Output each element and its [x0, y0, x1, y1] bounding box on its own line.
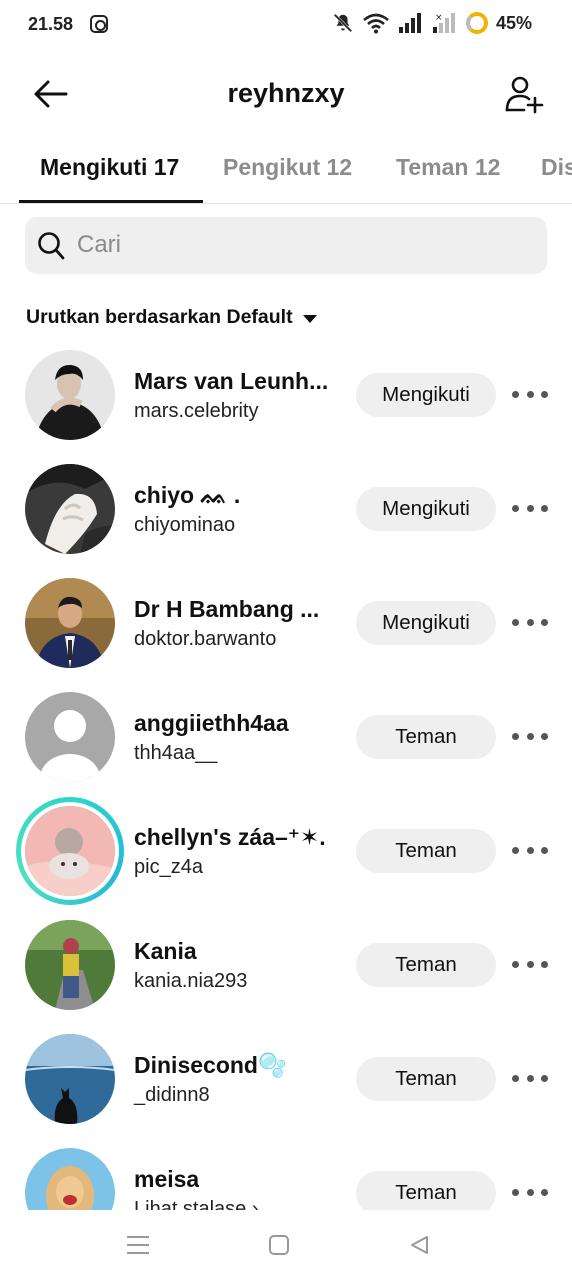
avatar[interactable] — [25, 1034, 115, 1124]
recent-apps-icon[interactable] — [127, 1236, 149, 1254]
signal-no-data-icon: × — [432, 13, 455, 33]
more-options-icon[interactable] — [512, 384, 548, 404]
friends-button[interactable]: Teman — [356, 715, 496, 759]
tab-indicator — [19, 200, 203, 203]
user-handle: doktor.barwanto — [134, 628, 277, 650]
friends-button[interactable]: Teman — [356, 943, 496, 987]
friends-button[interactable]: Teman — [356, 829, 496, 873]
more-options-icon[interactable] — [512, 840, 548, 860]
following-button[interactable]: Mengikuti — [356, 487, 496, 531]
avatar-with-story-ring[interactable] — [16, 797, 124, 905]
user-display-name: chiyo ᨐ . — [134, 482, 241, 508]
sort-label: Urutkan berdasarkan Default — [26, 306, 293, 328]
list-item[interactable]: Kania kania.nia293 Teman — [0, 908, 572, 1022]
tab-followers[interactable]: Pengikut 12 — [223, 154, 352, 181]
more-options-icon[interactable] — [512, 726, 548, 746]
more-options-icon[interactable] — [512, 1068, 548, 1088]
avatar[interactable] — [25, 920, 115, 1010]
user-display-name: Dinisecond🫧 — [134, 1052, 287, 1078]
status-time: 21.58 — [28, 14, 74, 34]
svg-text:×: × — [435, 13, 443, 23]
avatar[interactable] — [25, 350, 115, 440]
list-item[interactable]: Dinisecond🫧 _didinn8 Teman — [0, 1022, 572, 1136]
user-handle: Lihat stalase › — [134, 1198, 259, 1210]
user-display-name: Mars van Leunh... — [134, 368, 329, 394]
search-input[interactable] — [77, 227, 517, 263]
sort-selector[interactable]: Urutkan berdasarkan Default — [26, 306, 317, 329]
more-options-icon[interactable] — [512, 954, 548, 974]
person-add-icon — [505, 76, 544, 114]
user-display-name: anggiiethh4aa — [134, 710, 289, 736]
user-handle: kania.nia293 — [134, 970, 248, 992]
avatar[interactable] — [25, 578, 115, 668]
friends-button[interactable]: Teman — [356, 1057, 496, 1101]
back-triangle-icon[interactable] — [408, 1234, 430, 1256]
user-handle: pic_z4a — [134, 856, 203, 878]
user-handle: thh4aa__ — [134, 742, 218, 764]
add-person-button[interactable] — [500, 70, 548, 118]
user-display-name: Kania — [134, 938, 197, 964]
following-button[interactable]: Mengikuti — [356, 601, 496, 645]
list-item[interactable]: chellyn's záa–⁺✶. pic_z4a Teman — [0, 794, 572, 908]
friends-button[interactable]: Teman — [356, 1171, 496, 1210]
page-title: reyhnzxy — [227, 78, 345, 108]
status-bar: 21.58 × 45% — [0, 0, 572, 52]
tab-discover[interactable]: Dis — [541, 154, 572, 181]
tab-following[interactable]: Mengikuti 17 — [40, 154, 179, 181]
battery-percent: 45% — [495, 12, 532, 33]
tab-friends[interactable]: Teman 12 — [396, 154, 500, 181]
mute-icon — [333, 13, 353, 33]
more-options-icon[interactable] — [512, 1182, 548, 1202]
instagram-icon — [90, 15, 108, 33]
avatar[interactable] — [25, 464, 115, 554]
list-item[interactable]: Dr H Bambang ... doktor.barwanto Mengiku… — [0, 566, 572, 680]
wifi-icon — [363, 13, 389, 34]
user-list: Mars van Leunh... mars.celebrity Mengiku… — [0, 338, 572, 1210]
user-display-name: meisa — [134, 1166, 200, 1192]
more-options-icon[interactable] — [512, 612, 548, 632]
more-options-icon[interactable] — [512, 498, 548, 518]
user-handle: mars.celebrity — [134, 400, 259, 422]
avatar[interactable] — [25, 1148, 115, 1210]
user-display-name: Dr H Bambang ... — [134, 596, 320, 622]
list-item[interactable]: Mars van Leunh... mars.celebrity Mengiku… — [0, 338, 572, 452]
battery-icon — [465, 12, 488, 34]
search-icon — [38, 232, 65, 260]
list-item[interactable]: chiyo ᨐ . chiyominao Mengikuti — [0, 452, 572, 566]
system-nav-bar — [0, 1210, 572, 1280]
caret-down-icon — [302, 314, 317, 323]
following-button[interactable]: Mengikuti — [356, 373, 496, 417]
top-bar: reyhnzxy — [0, 62, 572, 124]
search-bar[interactable] — [25, 217, 547, 274]
list-item[interactable]: anggiiethh4aa thh4aa__ Teman — [0, 680, 572, 794]
user-display-name: chellyn's záa–⁺✶. — [134, 824, 326, 850]
signal-icon — [398, 13, 421, 33]
list-item[interactable]: meisa Lihat stalase › Teman — [0, 1136, 572, 1210]
user-handle: chiyominao — [134, 514, 236, 536]
avatar[interactable] — [25, 692, 115, 782]
home-icon[interactable] — [269, 1235, 289, 1255]
user-handle: _didinn8 — [134, 1084, 210, 1106]
status-icons: × 45% — [332, 12, 532, 34]
tab-bar: Mengikuti 17 Pengikut 12 Teman 12 Dis — [0, 140, 572, 204]
